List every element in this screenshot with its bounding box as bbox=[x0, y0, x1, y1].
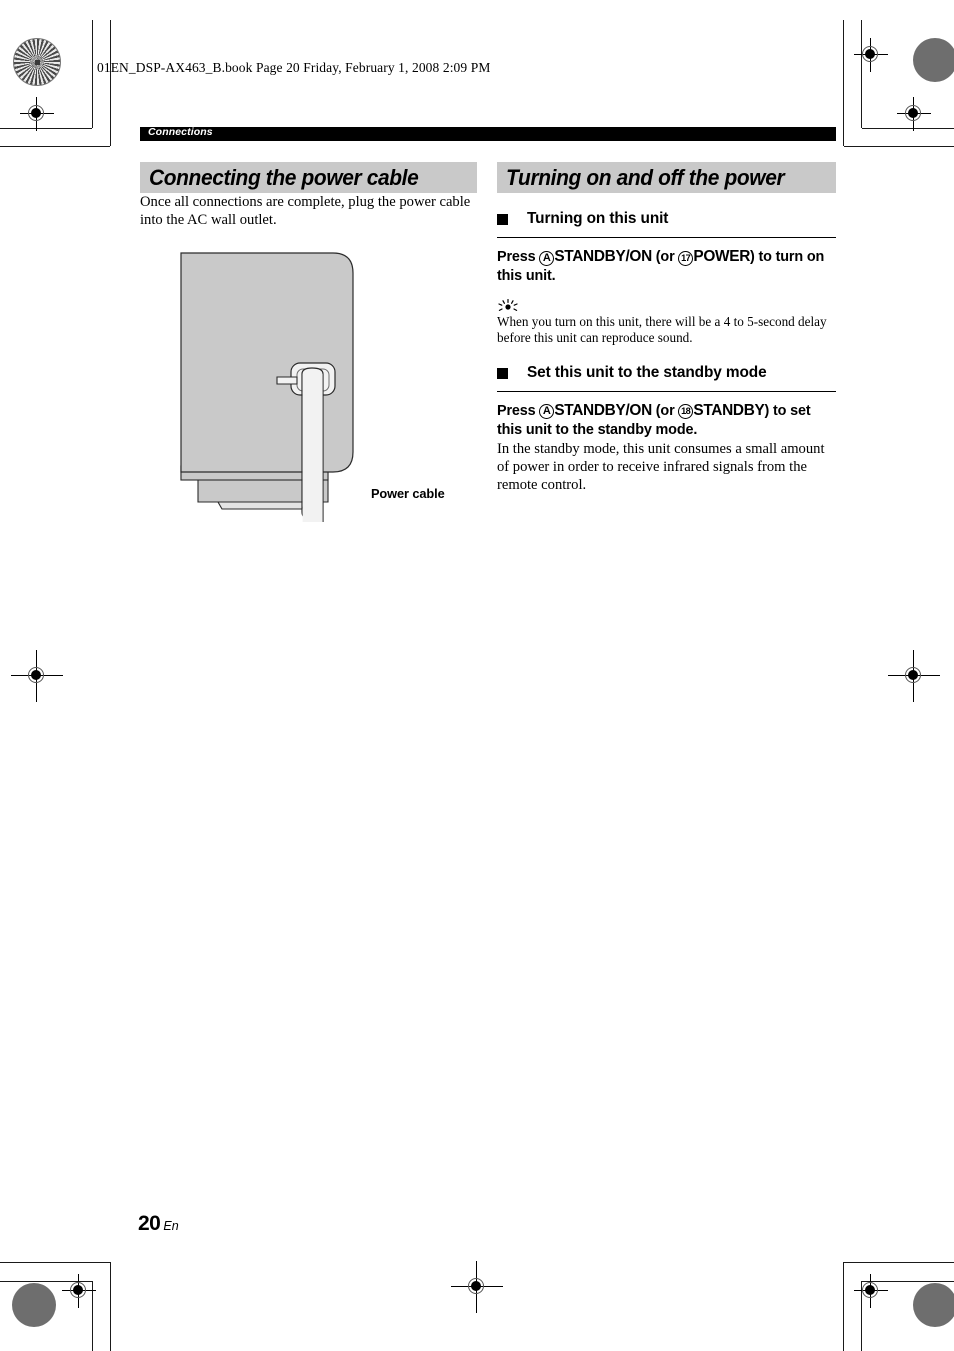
figure-caption: Power cable bbox=[371, 486, 445, 501]
page-language-code: En bbox=[163, 1219, 179, 1233]
square-bullet-icon bbox=[497, 214, 508, 225]
tip-note: When you turn on this unit, there will b… bbox=[497, 314, 827, 346]
chapter-label: Connections bbox=[148, 126, 213, 138]
reference-marker-17-icon: 17 bbox=[678, 250, 694, 266]
reference-marker-a-icon: A bbox=[539, 250, 555, 266]
subsection-heading-standby: Set this unit to the standby mode bbox=[497, 364, 836, 382]
control-name-standby: STANDBY bbox=[693, 401, 765, 419]
subsection-heading-turning-on: Turning on this unit bbox=[497, 210, 836, 228]
instruction-standby: Press A STANDBY/ON (or 18 STANDBY) to set … bbox=[497, 401, 836, 440]
square-bullet-icon bbox=[497, 367, 508, 379]
chapter-bar: Connections bbox=[140, 126, 836, 141]
divider bbox=[497, 237, 836, 238]
instruction-lead: Press bbox=[497, 249, 540, 265]
section-title: Connecting the power cable bbox=[149, 165, 419, 190]
page-folio: 20 En bbox=[138, 1212, 179, 1236]
reference-marker-18-icon: 18 bbox=[678, 404, 694, 420]
instruction-mid: (or bbox=[651, 402, 679, 419]
instruction-lead: Press bbox=[497, 402, 540, 419]
page-number: 20 bbox=[138, 1212, 161, 1235]
right-column: Turning on and off the power Turning on … bbox=[497, 162, 836, 494]
section-header-power-cable: Connecting the power cable bbox=[140, 162, 477, 193]
section-header-power: Turning on and off the power bbox=[497, 162, 836, 193]
left-column: Connecting the power cable Once all conn… bbox=[140, 162, 477, 522]
rear-panel-illustration bbox=[180, 252, 354, 522]
page-content: 01EN_DSP-AX463_B.book Page 20 Friday, Fe… bbox=[0, 0, 954, 1351]
standby-description: In the standby mode, this unit consumes … bbox=[497, 440, 825, 494]
reference-marker-a-icon: A bbox=[539, 404, 555, 420]
intro-paragraph: Once all connections are complete, plug … bbox=[140, 194, 471, 229]
running-head: 01EN_DSP-AX463_B.book Page 20 Friday, Fe… bbox=[97, 60, 491, 75]
subsection-title: Set this unit to the standby mode bbox=[527, 363, 767, 381]
instruction-mid: (or bbox=[651, 249, 679, 265]
instruction-turn-on: Press A STANDBY/ON (or 17 POWER) to turn o… bbox=[497, 247, 836, 286]
section-title: Turning on and off the power bbox=[506, 165, 785, 190]
control-name-standby-on: STANDBY/ON bbox=[554, 248, 652, 265]
tip-sun-icon bbox=[497, 298, 519, 313]
divider bbox=[497, 390, 836, 392]
manual-page: 01EN_DSP-AX463_B.book Page 20 Friday, Fe… bbox=[0, 0, 954, 1351]
subsection-title: Turning on this unit bbox=[527, 210, 669, 227]
control-name-standby-on: STANDBY/ON bbox=[554, 401, 652, 419]
power-cable-figure: Power cable bbox=[178, 250, 478, 525]
control-name-power: POWER bbox=[693, 248, 751, 265]
